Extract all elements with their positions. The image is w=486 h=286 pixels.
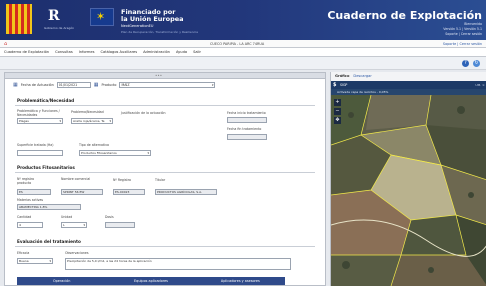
fecha-inicio-label: Fecha inicio tratamiento (227, 111, 266, 115)
help-icon[interactable]: ? (462, 60, 469, 67)
main-menu: Cuaderno de Explotación Consultas Inform… (0, 48, 486, 57)
nregistro-label: Nº registro producto (17, 177, 35, 185)
section-divider (15, 105, 315, 106)
financing-line2: la Unión Europea (121, 15, 184, 23)
materia-input[interactable]: ABAMECTINA 1,8% (17, 204, 81, 210)
home-icon[interactable]: ⌂ (4, 41, 10, 47)
aragon-flag-logo (6, 4, 32, 34)
fecha-inicio-input[interactable] (227, 117, 267, 123)
menu-item-ayuda[interactable]: Ayuda (176, 50, 187, 54)
unidad-select[interactable]: L (61, 222, 87, 228)
producto-select[interactable]: MAÍZ (119, 82, 216, 88)
fecha-input[interactable]: 01/01/2021 (56, 82, 91, 88)
fecha-label: Fecha de Actuación (20, 83, 54, 87)
gobierno-logo: R (48, 8, 60, 24)
cantidad-input[interactable]: 4 (17, 222, 43, 228)
observaciones-label: Observaciones (65, 251, 89, 255)
titular-label: Titular (155, 178, 166, 182)
calendar-icon[interactable]: ▦ (13, 82, 18, 88)
gobierno-logo-text: Gobierno de Aragón (44, 26, 75, 30)
fecha-row: ▦ Fecha de Actuación 01/01/2021 ▦ Produc… (13, 82, 216, 88)
superficie-label: Superficie tratada (Ha) (17, 143, 54, 147)
zoom-in-icon[interactable]: + (334, 99, 341, 106)
eu-flag-logo: ✶ (90, 8, 114, 26)
problematica-select[interactable]: Plagas (17, 118, 63, 124)
materia-label: Materias activas (17, 198, 44, 202)
map-imagery[interactable] (331, 94, 486, 286)
problematica-label: Problemática y Funciones / Necesidades (17, 109, 60, 117)
refresh-icon[interactable]: ↻ (473, 60, 480, 67)
welcome-text: Bienvenido (464, 22, 482, 26)
menu-item-consultas[interactable]: Consultas (55, 50, 73, 54)
treatment-form-panel: ••• ▦ Fecha de Actuación 01/01/2021 ▦ Pr… (4, 72, 326, 286)
tipo-select[interactable]: Productos Fitosanitarios (79, 150, 151, 156)
table-header: Operación Equipos aplicadores Aplicadore… (17, 277, 285, 285)
menu-item-administracion[interactable]: Administración (143, 50, 170, 54)
tipo-label: Tipo de alternativa (79, 143, 109, 147)
section-divider-2 (15, 172, 315, 173)
producto-label: Producto (101, 83, 117, 87)
tab-grafico[interactable]: Gráfico (335, 74, 349, 78)
fecha-fin-label: Fecha fin tratamiento (227, 127, 262, 131)
nregistro-input[interactable]: ES (17, 189, 51, 195)
section-divider-3 (15, 246, 315, 247)
problema-select[interactable]: Araña roja/ácaros, Te (71, 118, 113, 124)
panel-header: ••• (5, 73, 325, 79)
header-banner: R Gobierno de Aragón ✶ Financiado por la… (0, 0, 486, 40)
zoom-out-icon[interactable]: − (334, 108, 341, 115)
section-evaluacion-title: Evaluación del tratamiento (17, 239, 81, 244)
menu-item-catalogos[interactable]: Catálogos Auxiliares (101, 50, 138, 54)
map-panel: Gráfico Descargar $ SIGP UM. 1: Activada… (330, 72, 486, 286)
app-title: Cuaderno de Explotación (327, 9, 482, 22)
superficie-input[interactable] (17, 150, 63, 156)
date-picker-icon[interactable]: ▦ (94, 82, 99, 88)
financing-line3: NextGenerationEU (121, 24, 154, 28)
eficacia-label: Eficacia (17, 251, 30, 255)
menu-item-informes[interactable]: Informes (79, 50, 95, 54)
map-toolbar: $ SIGP UM. 1: (331, 81, 486, 89)
version-text: Versión 5.1 | Versión 5.1 (443, 27, 482, 31)
action-strip: ? ↻ (0, 57, 486, 70)
problema-label: Problema/Necesidad (71, 110, 104, 114)
session-bar: ⌂ CUECO PARIPIA - LA ARC 74RUA Soporte |… (0, 40, 486, 48)
menu-item-cuaderno[interactable]: Cuaderno de Explotación (4, 50, 49, 54)
unidad-label: Unidad (61, 215, 73, 219)
map-tabs: Gráfico Descargar (331, 72, 486, 80)
map-status-text: Activada capa de recintos - 0,05% (337, 90, 389, 94)
support-links[interactable]: Soporte | Cerrar sesión (372, 32, 482, 36)
nreg-label: Nº Registro (113, 178, 131, 182)
section-problema-title: Problemática/Necesidad (17, 98, 75, 103)
financing-text: Financiado por la Unión Europea NextGene… (121, 9, 211, 30)
map-scale-label: UM. 1: (475, 83, 485, 87)
observaciones-textarea[interactable]: Precipitación de 5,0 l/m2, a las 24 hora… (65, 258, 291, 270)
tab-descargar[interactable]: Descargar (353, 74, 371, 78)
titular-input[interactable]: PRODUCTOS AGRÍCOLAS, S.A. (155, 189, 217, 195)
nreg-input[interactable]: ES-00023 (113, 189, 145, 195)
justificacion-label: Justificación de la actuación (121, 111, 166, 115)
col-aplicadores[interactable]: Aplicadores y asesores (196, 277, 285, 285)
menu-item-salir[interactable]: Salir (193, 50, 201, 54)
col-equipos[interactable]: Equipos aplicadores (106, 277, 195, 285)
dosis-input[interactable] (105, 222, 135, 228)
fecha-fin-input[interactable] (227, 134, 267, 140)
session-info: CUECO PARIPIA - LA ARC 74RUA (210, 42, 265, 46)
col-operacion[interactable]: Operación (17, 277, 106, 285)
nombre-input[interactable]: SPRINT 56 EW (61, 189, 103, 195)
eficacia-select[interactable]: Buena (17, 258, 53, 264)
dosis-label: Dosis (105, 215, 114, 219)
programme-text: Plan de Recuperación, Transformación y R… (121, 30, 198, 34)
nombre-label: Nombre comercial (61, 177, 91, 181)
map-toolbar-label: SIGP (340, 83, 348, 87)
section-productos-title: Productos Fitosanitarios (17, 165, 75, 170)
sigpac-icon: $ (333, 82, 337, 88)
cantidad-label: Cantidad (17, 215, 32, 219)
satellite-map[interactable]: + − ✥ (331, 94, 486, 286)
map-controls: + − ✥ (334, 99, 342, 126)
pan-icon[interactable]: ✥ (334, 117, 341, 124)
logout-link[interactable]: Soporte | Cerrar sesión (443, 42, 482, 46)
